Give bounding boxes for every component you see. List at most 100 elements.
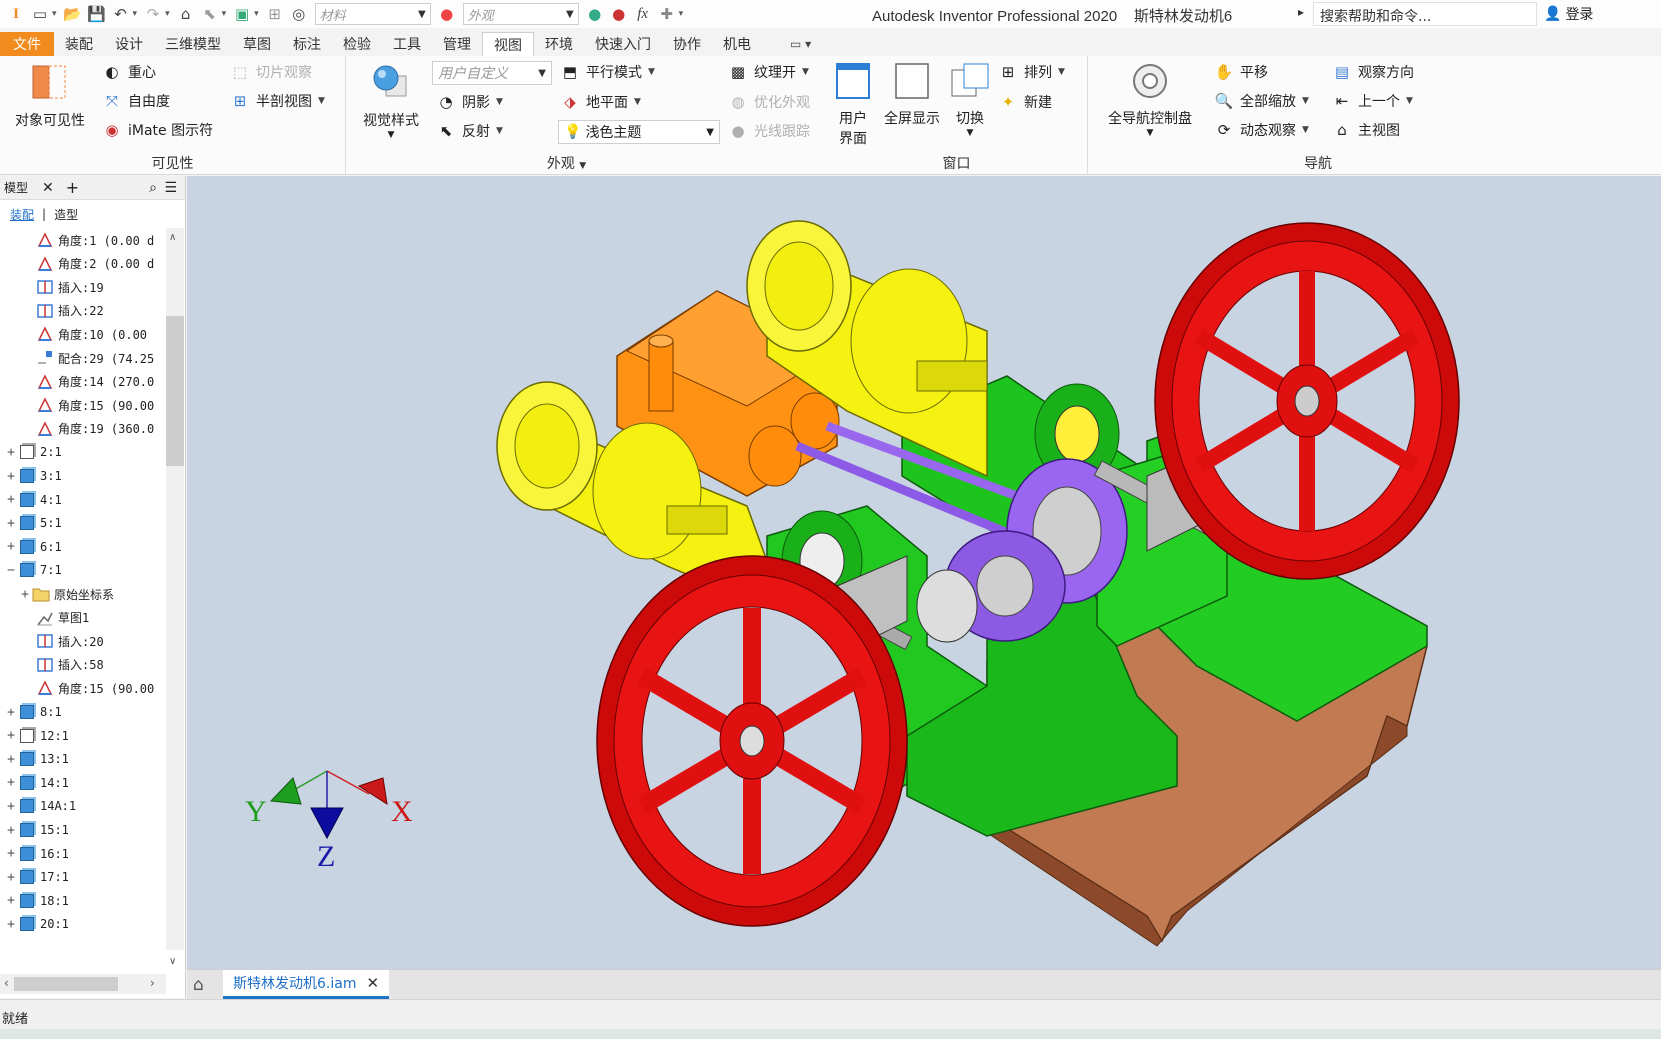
imate-glyphs-button[interactable]: ◉ iMate 图示符 [102,120,213,140]
tree-row[interactable]: +6:1 [4,535,162,559]
tree-expand-icon[interactable]: + [4,870,18,885]
half-section-dropdown-icon[interactable]: ▼ [318,96,325,106]
parallel-mode-dropdown-icon[interactable]: ▼ [648,67,655,77]
scroll-up-icon[interactable]: ∧ [169,232,176,243]
switch-dropdown-icon[interactable]: ▼ [948,128,992,138]
undo-dropdown-icon[interactable]: ▾ [133,9,138,19]
previous-view-button[interactable]: ⇤ 上一个 ▼ [1332,91,1413,111]
tree-expand-icon[interactable]: + [4,917,18,932]
parallel-mode-button[interactable]: ⬒ 平行模式 ▼ [560,62,655,82]
tree-expand-icon[interactable]: + [4,445,18,460]
adjust-appearance-icon[interactable]: ● [584,3,606,25]
user-interface-button[interactable]: 用户 界面 [832,62,874,148]
tree-row[interactable]: 角度:15 (90.00 [30,676,162,700]
redo-icon[interactable]: ↷ [142,3,164,25]
shadows-dropdown-icon[interactable]: ▼ [496,97,503,107]
tree-row[interactable]: +4:1 [4,488,162,512]
material-combo[interactable]: 材料 ▼ [314,3,431,25]
tree-row[interactable]: +20:1 [4,912,162,936]
switch-button[interactable]: 切换 ▼ [948,62,992,138]
tree-expand-icon[interactable]: + [4,893,18,908]
browser-search-icon[interactable]: ⌕ [149,180,157,196]
visual-style-button[interactable]: 视觉样式 ▼ [356,62,426,140]
tree-row[interactable]: 配合:29 (74.25 [30,346,162,370]
half-section-button[interactable]: ⊞ 半剖视图 ▼ [230,91,325,111]
close-document-icon[interactable]: ✕ [366,974,379,992]
new-dropdown-icon[interactable]: ▾ [52,9,57,19]
shadows-button[interactable]: ◔ 阴影 ▼ [436,92,503,112]
tree-row[interactable]: + 原始坐标系 [18,582,162,606]
material-icon[interactable]: ◎ [288,3,310,25]
search-input[interactable]: 搜索帮助和命令... [1313,2,1537,26]
tab-design[interactable]: 设计 [104,32,154,56]
tree-row[interactable]: − 7:1 [4,558,162,582]
texture-on-button[interactable]: ▩ 纹理开 ▼ [728,62,809,82]
tab-manage[interactable]: 管理 [432,32,482,56]
login-button[interactable]: 👤 登录 [1544,4,1593,24]
subtab-assembly[interactable]: 装配 [10,206,34,223]
tree-expand-icon[interactable]: + [4,728,18,743]
zoom-dropdown-icon[interactable]: ▼ [1302,96,1309,106]
customize-dropdown-icon[interactable]: ▾ [679,9,684,19]
tab-electromechanical[interactable]: 机电 [712,32,762,56]
tree-row[interactable]: +18:1 [4,889,162,913]
update-icon[interactable]: ▣ [231,3,253,25]
tree-expand-icon[interactable]: + [4,705,18,720]
clear-appearance-icon[interactable]: ● [608,3,630,25]
tree-expand-icon[interactable]: + [4,775,18,790]
home-icon[interactable]: ⌂ [175,3,197,25]
tree-row[interactable]: 角度:10 (0.00 [30,322,162,346]
look-at-button[interactable]: ▤ 观察方向 [1332,62,1414,82]
browser-hscroll-thumb[interactable] [14,977,118,991]
appearance-combo[interactable]: 外观 ▼ [462,3,579,25]
redo-dropdown-icon[interactable]: ▾ [165,9,170,19]
tree-row[interactable]: 插入:20 [30,629,162,653]
ray-tracing-button[interactable]: ● 光线跟踪 [728,121,810,141]
slice-graphics-button[interactable]: ⬚ 切片观察 [230,62,312,82]
tab-get-started[interactable]: 快速入门 [584,32,662,56]
tab-sketch[interactable]: 草图 [232,32,282,56]
open-folder-icon[interactable]: 📂 [62,3,84,25]
select-icon[interactable]: ⬉ [199,3,221,25]
tree-expand-icon[interactable]: + [18,587,32,602]
tree-expand-icon[interactable]: + [4,469,18,484]
home-tab-icon[interactable]: ⌂ [193,975,204,995]
tree-row[interactable]: +2:1 [4,440,162,464]
add-icon[interactable]: ✚ [656,3,678,25]
arrange-button[interactable]: ⊞ 排列 ▼ [998,62,1065,82]
tree-row[interactable]: 角度:15 (90.00 [30,393,162,417]
tree-row[interactable]: +12:1 [4,724,162,748]
fx-parameters-icon[interactable]: fx [632,3,654,25]
ribbon-display-toggle-icon[interactable]: ▭ ▾ [790,37,811,56]
tree-expand-icon[interactable]: + [4,799,18,814]
stirling-engine-model[interactable]: Y X Z [187,176,1661,969]
pan-button[interactable]: ✋ 平移 [1214,62,1268,82]
tab-view[interactable]: 视图 [482,32,534,56]
tab-annotate[interactable]: 标注 [282,32,332,56]
tree-row[interactable]: 插入:22 [30,299,162,323]
tree-row[interactable]: +15:1 [4,818,162,842]
tree-expand-icon[interactable]: + [4,823,18,838]
object-visibility-button[interactable]: 对象可见性 [8,62,92,130]
tree-row[interactable]: +8:1 [4,700,162,724]
tab-assemble[interactable]: 装配 [54,32,104,56]
undo-icon[interactable]: ↶ [110,3,132,25]
visual-style-dropdown-icon[interactable]: ▼ [356,130,426,140]
tree-row[interactable]: 插入:58 [30,653,162,677]
tree-expand-icon[interactable]: − [4,563,18,578]
tree-row[interactable]: 角度:1 (0.00 d [30,228,162,252]
nav-wheel-dropdown-icon[interactable]: ▼ [1104,128,1196,138]
previous-dropdown-icon[interactable]: ▼ [1406,96,1413,106]
tree-row[interactable]: 角度:14 (270.0 [30,370,162,394]
search-expand-icon[interactable]: ▸ [1298,5,1304,19]
tab-file[interactable]: 文件 [0,32,54,56]
tab-collaborate[interactable]: 协作 [662,32,712,56]
tree-row[interactable]: +14A:1 [4,794,162,818]
ground-plane-dropdown-icon[interactable]: ▼ [634,97,641,107]
tree-row[interactable]: +13:1 [4,747,162,771]
tree-expand-icon[interactable]: + [4,846,18,861]
tab-tools[interactable]: 工具 [382,32,432,56]
tab-inspect[interactable]: 检验 [332,32,382,56]
texture-dropdown-icon[interactable]: ▼ [802,67,809,77]
browser-menu-icon[interactable]: ☰ [164,180,177,196]
